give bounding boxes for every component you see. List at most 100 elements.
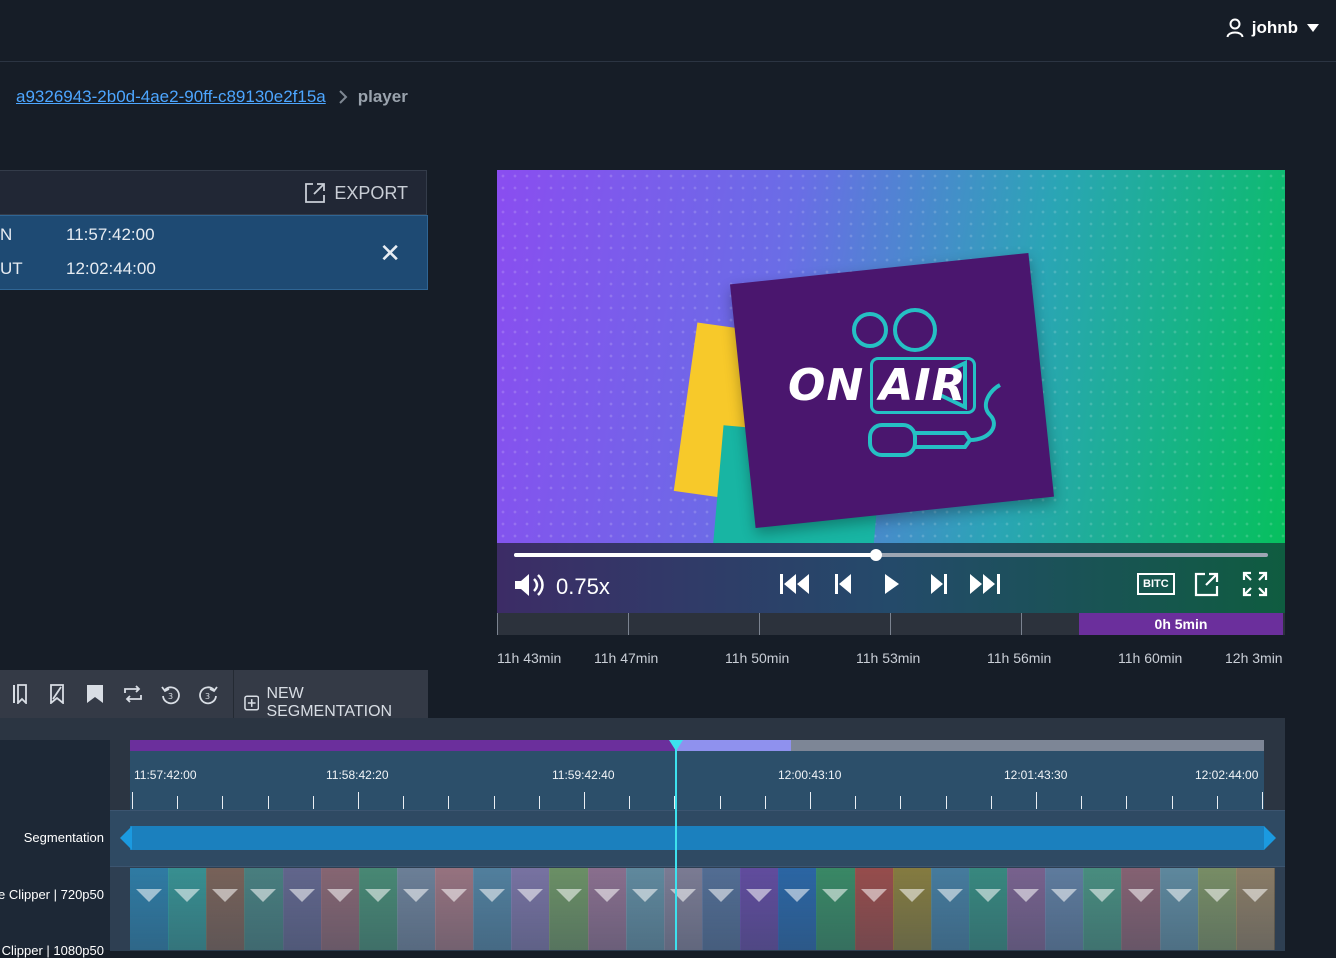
clip-thumbnail[interactable] xyxy=(702,868,742,950)
clip-marker xyxy=(1089,889,1116,902)
clip-marker xyxy=(669,889,696,902)
clip-thumbnail[interactable] xyxy=(1007,868,1047,950)
clip-thumbnail[interactable] xyxy=(320,868,360,950)
timeline[interactable]: Segmentation e Clipper | 720p50 Clipper … xyxy=(0,718,1285,958)
playback-speed[interactable]: 0.75x xyxy=(556,574,610,600)
ruler-tick xyxy=(1216,796,1218,809)
clip-marker xyxy=(974,889,1001,902)
clip-marker xyxy=(174,889,201,902)
clip-thumbnail[interactable] xyxy=(1045,868,1085,950)
clip-thumbnail[interactable] xyxy=(625,868,665,950)
clip-thumbnail[interactable] xyxy=(854,868,894,950)
clip-marker xyxy=(136,889,163,902)
timeline-track-labels: Segmentation e Clipper | 720p50 Clipper … xyxy=(0,740,110,958)
fullscreen-icon[interactable] xyxy=(1242,571,1268,597)
ruler-tick xyxy=(1081,796,1083,809)
overview-tick xyxy=(759,613,760,635)
play-icon[interactable] xyxy=(882,571,902,597)
ruler-tick xyxy=(177,796,179,809)
skip-to-start-icon[interactable] xyxy=(778,571,812,597)
skip-to-end-icon[interactable] xyxy=(968,571,1002,597)
segmentation-bar[interactable] xyxy=(130,826,1264,850)
chevron-right-icon xyxy=(339,90,348,104)
clip-thumbnail[interactable] xyxy=(892,868,932,950)
ruler-label: 12:00:43:10 xyxy=(778,768,842,782)
rewind-3s-icon[interactable]: 3 xyxy=(160,684,182,706)
clip-thumbnail[interactable] xyxy=(473,868,513,950)
user-menu[interactable]: johnb xyxy=(1226,18,1320,38)
clip-thumbnail[interactable] xyxy=(244,868,284,950)
ruler-tick xyxy=(900,796,902,809)
clip-marker xyxy=(1127,889,1154,902)
clip-thumbnail[interactable] xyxy=(740,868,780,950)
popout-icon[interactable] xyxy=(1194,571,1220,597)
export-label: EXPORT xyxy=(334,182,408,203)
out-label: UT xyxy=(0,259,23,278)
close-icon[interactable]: ✕ xyxy=(379,238,401,269)
ruler-tick xyxy=(990,796,992,809)
clip-thumbnail[interactable] xyxy=(930,868,970,950)
next-frame-icon[interactable] xyxy=(929,571,949,597)
breadcrumb: a9326943-2b0d-4ae2-90ff-c89130e2f15a pla… xyxy=(0,85,408,109)
bitc-button[interactable]: BITC xyxy=(1137,573,1175,595)
ruler-label: 11:58:42:20 xyxy=(326,768,389,782)
clip-thumbnail[interactable] xyxy=(1121,868,1161,950)
clip-thumbnail[interactable] xyxy=(206,868,246,950)
previous-frame-icon[interactable] xyxy=(833,571,853,597)
plus-square-icon xyxy=(244,695,260,711)
user-icon xyxy=(1226,18,1244,38)
clip-marker xyxy=(1241,889,1268,902)
seek-bar[interactable] xyxy=(514,549,1268,561)
export-button[interactable]: EXPORT xyxy=(304,182,408,204)
overview-bar[interactable]: 0h 5min xyxy=(497,613,1285,635)
clip-marker xyxy=(1013,889,1040,902)
seek-handle[interactable] xyxy=(869,549,882,561)
clip-thumbnail[interactable] xyxy=(778,868,818,950)
volume-icon[interactable] xyxy=(513,571,547,599)
bookmark-out-icon[interactable] xyxy=(49,684,65,704)
overview-label: 11h 50min xyxy=(725,650,790,666)
seek-progress xyxy=(514,553,876,557)
clip-thumbnail[interactable] xyxy=(511,868,551,950)
clip-thumbnail[interactable] xyxy=(1083,868,1123,950)
ruler-tick xyxy=(1171,796,1173,809)
clip-thumbnail[interactable] xyxy=(435,868,475,950)
segment-start-handle[interactable] xyxy=(120,826,132,850)
overview-selection[interactable]: 0h 5min xyxy=(1079,613,1283,635)
overview-tick xyxy=(890,613,891,635)
playhead-handle[interactable] xyxy=(669,740,683,751)
inout-panel-body[interactable]: N 11:57:42:00 UT 12:02:44:00 ✕ xyxy=(0,215,428,290)
forward-3s-icon[interactable]: 3 xyxy=(197,684,219,706)
clip-thumbnail[interactable] xyxy=(968,868,1009,950)
clip-thumbnail[interactable] xyxy=(663,868,703,950)
breadcrumb-asset-link[interactable]: a9326943-2b0d-4ae2-90ff-c89130e2f15a xyxy=(16,87,326,107)
clip-thumbnail[interactable] xyxy=(282,868,322,950)
track-label-720p: e Clipper | 720p50 xyxy=(0,887,104,902)
ruler-tick xyxy=(855,796,857,809)
on-air-logo: ON AIR xyxy=(788,357,976,414)
export-icon xyxy=(305,183,326,203)
clip-thumbnail[interactable] xyxy=(130,868,170,950)
clip-thumbnail[interactable] xyxy=(396,868,437,950)
clip-thumbnail[interactable] xyxy=(816,868,856,950)
clip-thumbnail[interactable] xyxy=(1197,868,1237,950)
clip-marker xyxy=(784,889,811,902)
clip-thumbnail[interactable] xyxy=(1159,868,1199,950)
range-buffered xyxy=(675,740,791,751)
clip-thumbnail[interactable] xyxy=(358,868,398,950)
clip-marker xyxy=(212,889,239,902)
playhead[interactable] xyxy=(675,740,677,950)
clip-thumbnail[interactable] xyxy=(168,868,208,950)
clip-marker xyxy=(822,889,849,902)
new-segmentation-button[interactable]: NEW SEGMENTATION xyxy=(244,685,428,721)
clip-marker xyxy=(517,889,544,902)
overview-label: 11h 53min xyxy=(856,650,921,666)
segment-end-handle[interactable] xyxy=(1264,826,1276,850)
range-remaining xyxy=(791,740,1264,751)
bookmark-filled-icon[interactable] xyxy=(86,684,104,704)
clip-thumbnail[interactable] xyxy=(549,868,589,950)
clip-thumbnail[interactable] xyxy=(587,868,627,950)
clip-thumbnail[interactable] xyxy=(1235,868,1275,950)
loop-icon[interactable] xyxy=(122,684,144,704)
bookmark-in-icon[interactable] xyxy=(12,684,28,704)
